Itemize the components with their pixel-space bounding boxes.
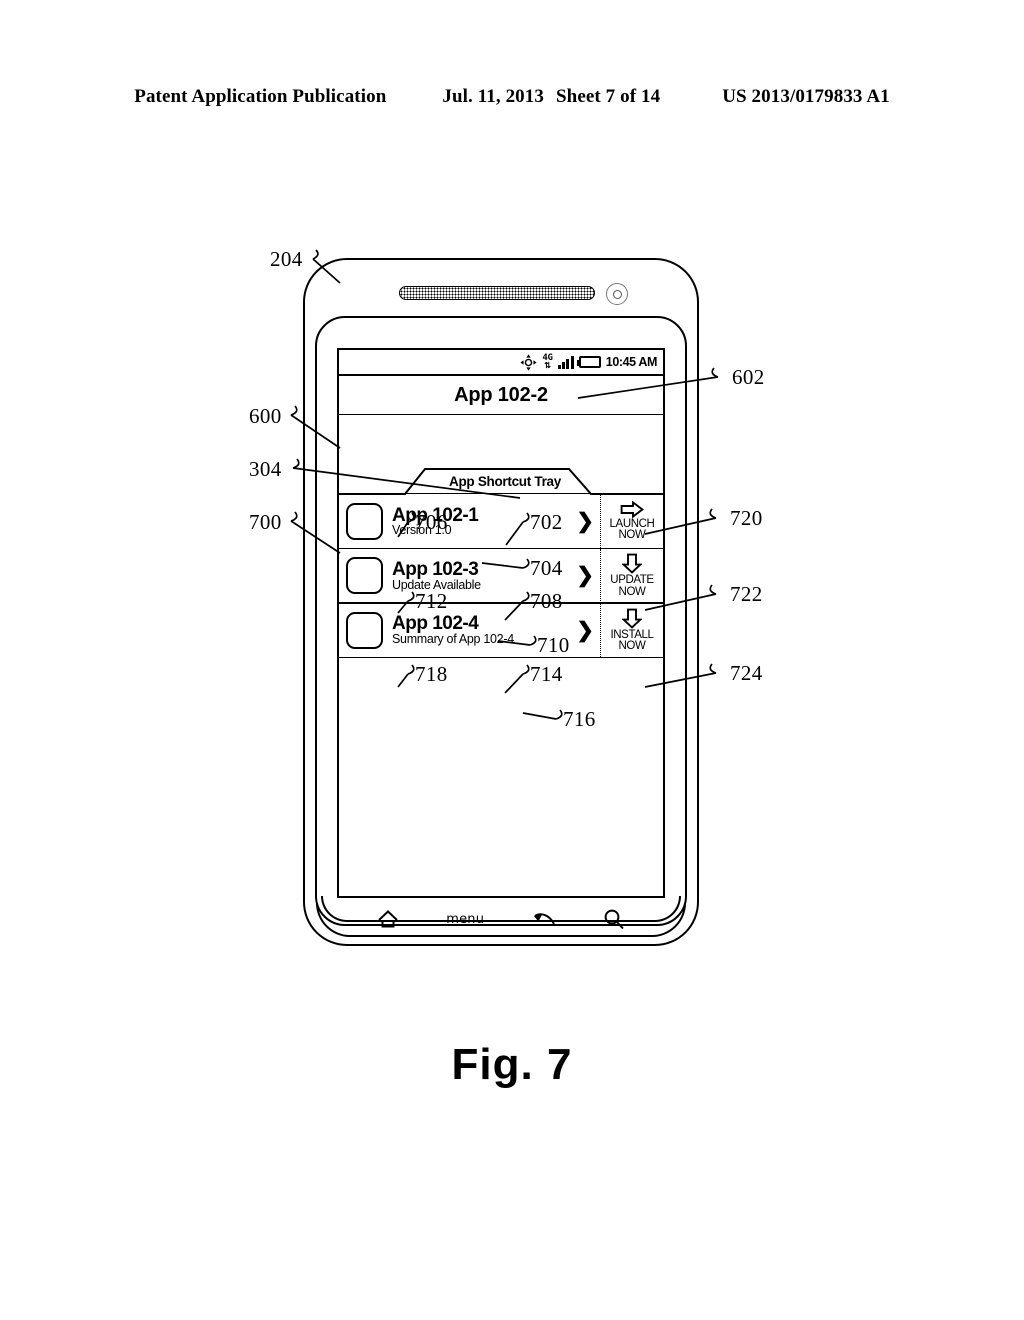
header-date: Jul. 11, 2013 [442, 86, 544, 107]
header-publication: Patent Application Publication [134, 86, 387, 107]
battery-icon [576, 356, 601, 368]
ref-718: 718 [415, 662, 448, 686]
ref-700: 700 [249, 510, 282, 534]
device-navigation-bar: menu [337, 902, 665, 936]
ref-716: 716 [563, 707, 596, 731]
header-patent-number: US 2013/0179833 A1 [722, 86, 890, 107]
launch-now-button[interactable]: LAUNCH NOW [601, 494, 663, 548]
ref-602: 602 [732, 365, 765, 389]
tray-tab-label: App Shortcut Tray [449, 473, 561, 489]
app-content-area [339, 415, 663, 467]
ref-720: 720 [730, 506, 763, 530]
mobile-device: 4G ⇅ 10:45 AM App 102-2 App Shortcut Tra… [303, 258, 703, 958]
gps-crosshair-icon [520, 353, 537, 371]
table-row[interactable]: App 102-4 Summary of App 102-4 ❯ INSTALL… [339, 602, 663, 659]
patent-header: Patent Application Publication Jul. 11, 2… [0, 86, 1024, 108]
signal-bars-icon [557, 355, 574, 369]
app-icon [346, 502, 383, 540]
chevron-right-icon[interactable]: ❯ [576, 620, 594, 641]
menu-button-label[interactable]: menu [446, 912, 484, 927]
front-camera-icon [606, 283, 628, 305]
app-title-label: App 102-2 [454, 383, 548, 406]
ref-724: 724 [730, 661, 763, 685]
table-row[interactable]: App 102-1 Version 1.0 ❯ LAUNCH NOW [339, 493, 663, 550]
app-icon [346, 611, 383, 649]
status-bar-clock: 10:45 AM [605, 355, 658, 369]
arrow-down-icon [622, 553, 642, 574]
update-now-label: UPDATE NOW [610, 574, 654, 598]
search-icon[interactable] [603, 908, 625, 930]
figure-caption: Fig. 7 [451, 1040, 573, 1089]
ref-722: 722 [730, 582, 763, 606]
app-icon [346, 557, 383, 595]
ref-710: 710 [537, 633, 570, 657]
ref-712: 712 [415, 589, 448, 613]
ref-702: 702 [530, 510, 563, 534]
ref-600: 600 [249, 404, 282, 428]
install-now-label: INSTALL NOW [610, 628, 654, 653]
launch-now-label: LAUNCH NOW [609, 517, 655, 542]
ref-708: 708 [530, 589, 563, 613]
home-icon[interactable] [377, 909, 399, 929]
arrow-down-icon [622, 608, 642, 629]
install-now-button[interactable]: INSTALL NOW [601, 603, 663, 657]
chevron-right-icon[interactable]: ❯ [576, 511, 594, 532]
network-type-indicator: 4G ⇅ [542, 354, 553, 370]
table-row[interactable]: App 102-3 Update Available ❯ UPDATE NOW [339, 547, 663, 604]
status-bar: 4G ⇅ 10:45 AM [339, 350, 663, 376]
arrow-right-icon [620, 500, 644, 518]
app-title-bar: App 102-2 [339, 376, 663, 415]
update-now-button[interactable]: UPDATE NOW [601, 549, 663, 603]
ref-204: 204 [270, 247, 303, 271]
ref-714: 714 [530, 662, 563, 686]
back-arrow-icon[interactable] [532, 910, 556, 928]
header-sheet: Sheet 7 of 14 [555, 86, 661, 107]
ref-304: 304 [249, 457, 282, 481]
ref-704: 704 [530, 556, 563, 580]
data-transfer-arrows-icon: ⇅ [544, 361, 551, 370]
chevron-right-icon[interactable]: ❯ [576, 565, 594, 586]
ref-706: 706 [415, 510, 448, 534]
device-screen: 4G ⇅ 10:45 AM App 102-2 App Shortcut Tra… [337, 348, 665, 898]
earpiece-speaker-icon [399, 286, 595, 300]
app-shortcut-tray-tab[interactable]: App Shortcut Tray [339, 467, 663, 495]
